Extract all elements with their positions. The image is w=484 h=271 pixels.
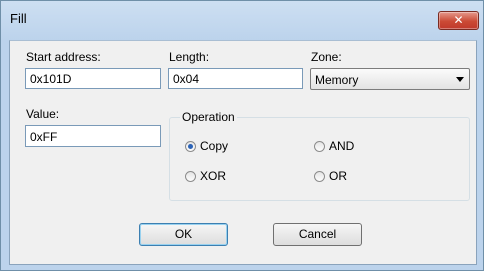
title-bar[interactable]: Fill ✕ bbox=[1, 1, 483, 40]
radio-or-indicator bbox=[314, 170, 325, 182]
ok-button[interactable]: OK bbox=[139, 223, 228, 246]
start-address-input[interactable]: 0x101D bbox=[25, 68, 161, 89]
start-address-label: Start address: bbox=[26, 50, 101, 64]
length-input[interactable]: 0x04 bbox=[168, 68, 303, 89]
dialog-body: Start address: 0x101D Length: 0x04 Zone:… bbox=[9, 40, 477, 265]
close-icon: ✕ bbox=[453, 13, 464, 27]
radio-copy-indicator bbox=[185, 140, 196, 152]
radio-and-indicator bbox=[314, 140, 325, 152]
radio-or[interactable]: OR bbox=[314, 169, 347, 183]
length-label: Length: bbox=[169, 50, 210, 64]
close-button[interactable]: ✕ bbox=[438, 11, 479, 30]
value-label: Value: bbox=[26, 107, 60, 121]
value-input[interactable]: 0xFF bbox=[25, 125, 161, 147]
window-title: Fill bbox=[10, 11, 27, 26]
radio-xor-label: XOR bbox=[200, 169, 227, 183]
zone-select[interactable]: Memory bbox=[310, 68, 470, 90]
chevron-down-icon bbox=[456, 77, 464, 82]
radio-xor[interactable]: XOR bbox=[185, 169, 226, 183]
operation-group bbox=[169, 117, 470, 201]
zone-selected-value: Memory bbox=[315, 73, 359, 87]
fill-dialog-window: Fill ✕ Start address: 0x101D Length: 0x0… bbox=[0, 0, 484, 271]
radio-and[interactable]: AND bbox=[314, 139, 354, 153]
radio-and-label: AND bbox=[329, 139, 355, 153]
radio-or-label: OR bbox=[329, 169, 347, 183]
zone-label: Zone: bbox=[311, 50, 342, 64]
operation-group-title: Operation bbox=[180, 110, 237, 124]
radio-xor-indicator bbox=[185, 170, 196, 182]
radio-copy[interactable]: Copy bbox=[185, 139, 228, 153]
cancel-button[interactable]: Cancel bbox=[273, 223, 362, 246]
radio-copy-label: Copy bbox=[200, 139, 229, 153]
